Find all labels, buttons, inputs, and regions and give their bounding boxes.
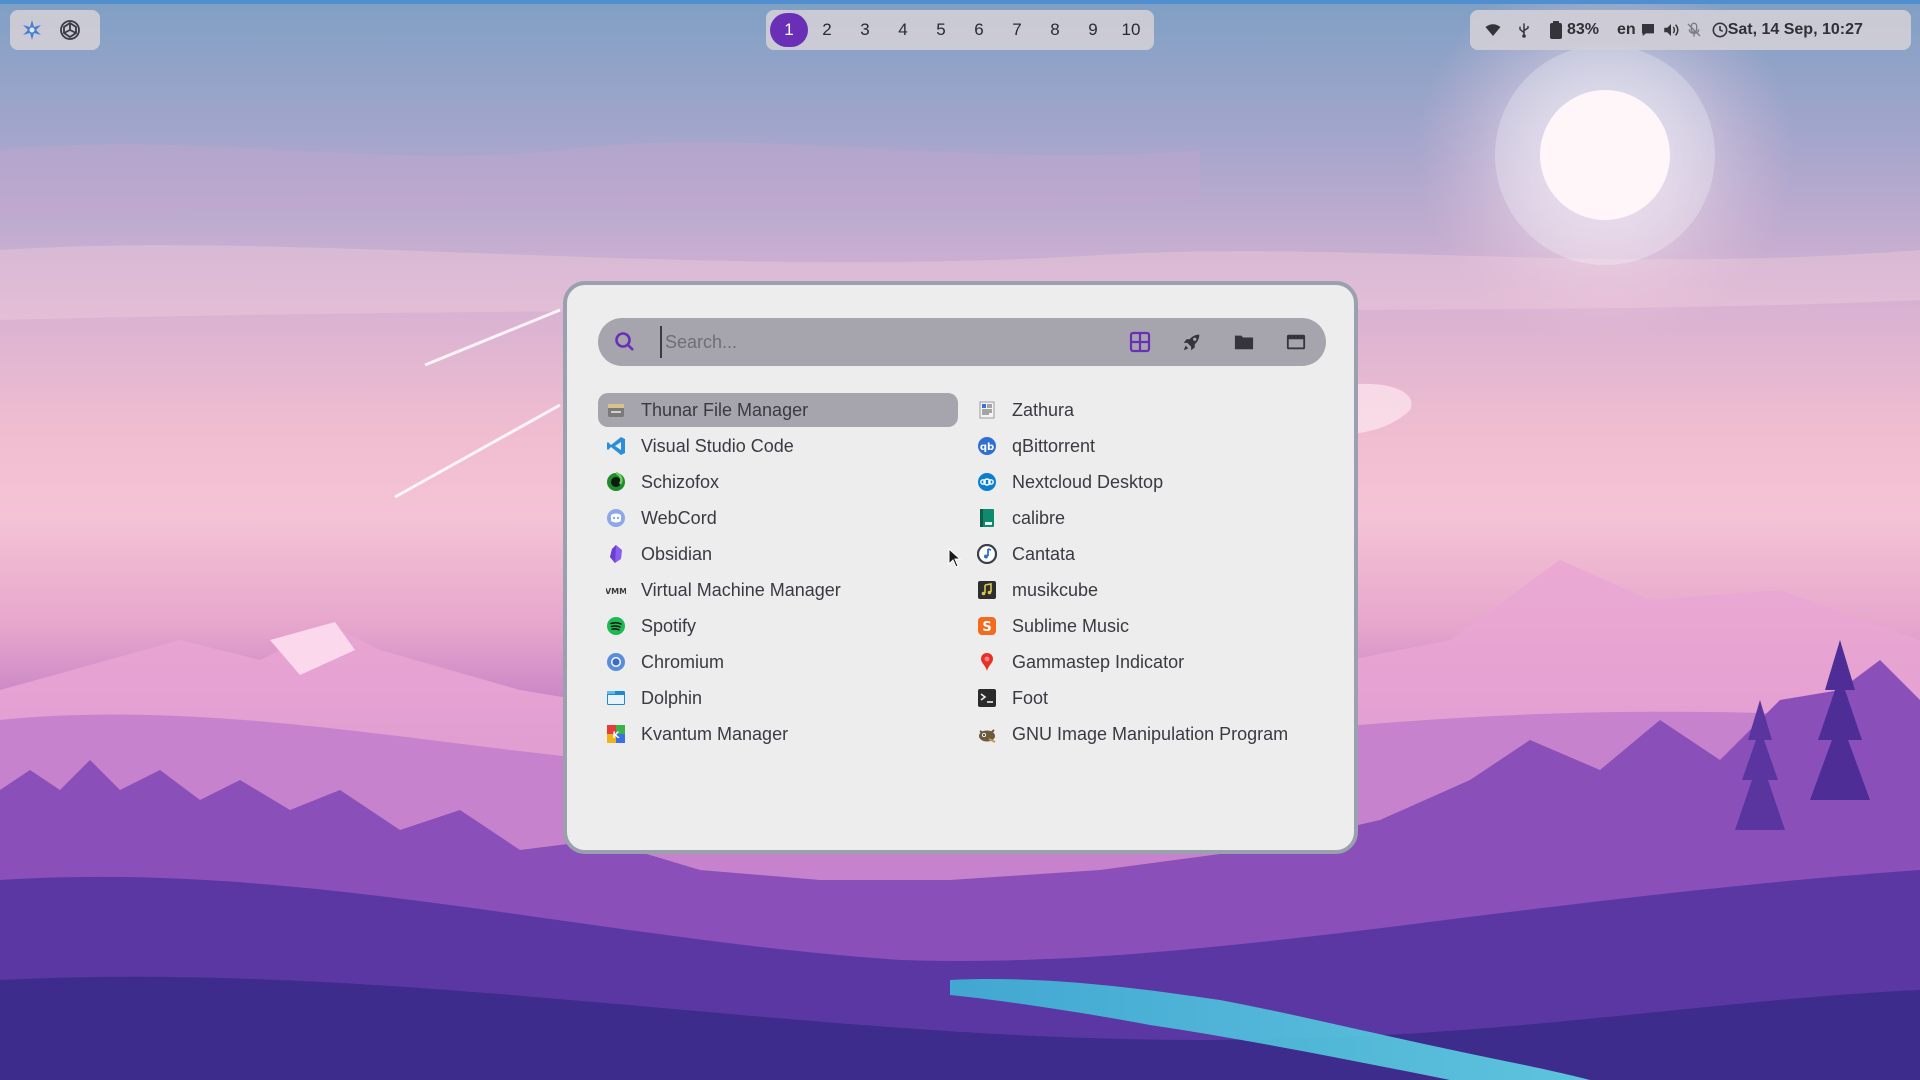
app-label: Visual Studio Code [641, 436, 794, 456]
mic-muted-icon[interactable] [1686, 10, 1702, 50]
chat-icon[interactable] [1640, 10, 1656, 50]
app-label: GNU Image Manipulation Program [1012, 724, 1289, 744]
app-label: Kvantum Manager [641, 724, 789, 744]
clock-icon [1712, 10, 1728, 50]
arch-star-icon[interactable] [20, 18, 44, 42]
svg-text:qb: qb [980, 442, 994, 453]
app-item-calibre[interactable]: calibre [969, 501, 1329, 535]
topbar-left-group [10, 10, 100, 50]
workspace-switcher: 1 2 3 4 5 6 7 8 9 10 [766, 10, 1154, 50]
calibre-icon [977, 508, 997, 528]
app-label: musikcube [1012, 580, 1099, 600]
app-label: Thunar File Manager [641, 400, 809, 420]
sublime-music-icon: S [977, 616, 997, 636]
app-item-vscode[interactable]: Visual Studio Code [598, 429, 958, 463]
workspace-button-10[interactable]: 10 [1112, 13, 1150, 47]
app-item-cantata[interactable]: Cantata [969, 537, 1329, 571]
workspace-button-2[interactable]: 2 [808, 13, 846, 47]
svg-text:S: S [982, 620, 991, 635]
app-label: Obsidian [641, 544, 713, 564]
window-icon[interactable] [1282, 328, 1310, 356]
workspace-button-4[interactable]: 4 [884, 13, 922, 47]
app-label: WebCord [641, 508, 717, 528]
app-item-sublime-music[interactable]: S Sublime Music [969, 609, 1329, 643]
app-item-musikcube[interactable]: musikcube [969, 573, 1329, 607]
search-bar [598, 318, 1326, 366]
workspace-button-9[interactable]: 9 [1074, 13, 1112, 47]
svg-text:VMM: VMM [606, 587, 626, 596]
app-item-foot[interactable]: Foot [969, 681, 1329, 715]
app-label: Nextcloud Desktop [1012, 472, 1164, 492]
app-label: Zathura [1012, 400, 1075, 420]
folder-icon[interactable] [1230, 328, 1258, 356]
mouse-cursor-icon [948, 548, 962, 568]
dolphin-icon [606, 688, 626, 708]
app-label: Virtual Machine Manager [641, 580, 841, 600]
workspace-button-3[interactable]: 3 [846, 13, 884, 47]
clock-datetime[interactable]: Sat, 14 Sep, 10:27 [1728, 10, 1863, 50]
app-label: Spotify [641, 616, 697, 636]
app-label: Cantata [1012, 544, 1076, 564]
app-item-kvantum[interactable]: K Kvantum Manager [598, 717, 958, 751]
keyboard-layout[interactable]: en [1617, 10, 1636, 50]
battery-percent: 83% [1567, 21, 1600, 38]
app-item-gimp[interactable]: GNU Image Manipulation Program [969, 717, 1329, 751]
app-item-obsidian[interactable]: Obsidian [598, 537, 958, 571]
workspace-button-1[interactable]: 1 [770, 13, 808, 47]
app-item-gammastep[interactable]: Gammastep Indicator [969, 645, 1329, 679]
app-label: Dolphin [641, 688, 703, 708]
virt-manager-icon: VMM [605, 580, 627, 600]
top-accent-strip [0, 0, 1920, 4]
gammastep-icon [977, 652, 997, 672]
rocket-icon[interactable] [1178, 328, 1206, 356]
search-input[interactable] [660, 326, 1110, 358]
workspace-button-5[interactable]: 5 [922, 13, 960, 47]
app-item-dolphin[interactable]: Dolphin [598, 681, 958, 715]
spotify-icon [606, 616, 626, 636]
app-label: Schizofox [641, 472, 720, 492]
webcord-icon [606, 508, 626, 528]
app-item-zathura[interactable]: Zathura [969, 393, 1329, 427]
top-bar: 1 2 3 4 5 6 7 8 9 10 83% en Sat, 14 Sep,… [0, 0, 1920, 56]
usb-icon[interactable] [1516, 10, 1532, 50]
cantata-icon [976, 543, 998, 565]
app-item-qbittorrent[interactable]: qb qBittorrent [969, 429, 1329, 463]
app-item-chromium[interactable]: Chromium [598, 645, 958, 679]
workspace-button-8[interactable]: 8 [1036, 13, 1074, 47]
app-item-nextcloud[interactable]: Nextcloud Desktop [969, 465, 1329, 499]
kvantum-icon: K [606, 724, 626, 744]
svg-text:K: K [613, 731, 621, 741]
app-item-spotify[interactable]: Spotify [598, 609, 958, 643]
gimp-icon [977, 724, 997, 744]
chromium-icon [606, 652, 626, 672]
nextcloud-icon [977, 472, 997, 492]
zathura-icon [977, 400, 997, 420]
search-icon [613, 330, 637, 354]
app-label: calibre [1012, 508, 1066, 528]
workspace-button-6[interactable]: 6 [960, 13, 998, 47]
musikcube-icon [977, 580, 997, 600]
foot-terminal-icon [977, 688, 997, 708]
app-item-thunar[interactable]: Thunar File Manager [598, 393, 958, 427]
battery-icon[interactable] [1550, 10, 1562, 50]
app-label: qBittorrent [1012, 436, 1096, 456]
qbittorrent-icon: qb [977, 436, 997, 456]
app-label: Chromium [641, 652, 725, 672]
schizofox-icon [606, 471, 626, 492]
system-tray: 83% en Sat, 14 Sep, 10:27 [1470, 10, 1911, 50]
openai-knot-icon[interactable] [58, 18, 82, 42]
obsidian-icon [606, 544, 626, 564]
workspace-button-7[interactable]: 7 [998, 13, 1036, 47]
thunar-icon [606, 400, 626, 420]
app-item-schizofox[interactable]: Schizofox [598, 465, 958, 499]
vscode-icon [606, 436, 626, 456]
grid-icon[interactable] [1126, 328, 1154, 356]
app-label: Gammastep Indicator [1012, 652, 1185, 672]
wifi-icon[interactable] [1484, 10, 1502, 50]
app-item-virt-manager[interactable]: VMM Virtual Machine Manager [598, 573, 958, 607]
app-label: Foot [1012, 688, 1049, 708]
app-item-webcord[interactable]: WebCord [598, 501, 958, 535]
volume-icon[interactable] [1662, 10, 1680, 50]
app-label: Sublime Music [1012, 616, 1130, 636]
